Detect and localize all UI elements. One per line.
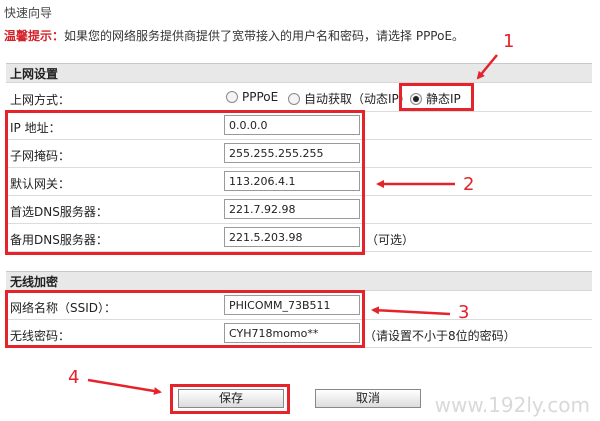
arrow-3 <box>371 306 451 316</box>
arrow-1 <box>476 54 498 80</box>
annotation-number-4: 4 <box>68 367 80 388</box>
watermark: www.192ly.com <box>434 393 590 417</box>
annotation-number-1: 1 <box>503 31 515 52</box>
annotation-number-3: 3 <box>458 302 470 323</box>
arrow-4 <box>87 378 162 395</box>
annotation-number-2: 2 <box>463 174 475 195</box>
annotation-arrows <box>87 54 498 395</box>
